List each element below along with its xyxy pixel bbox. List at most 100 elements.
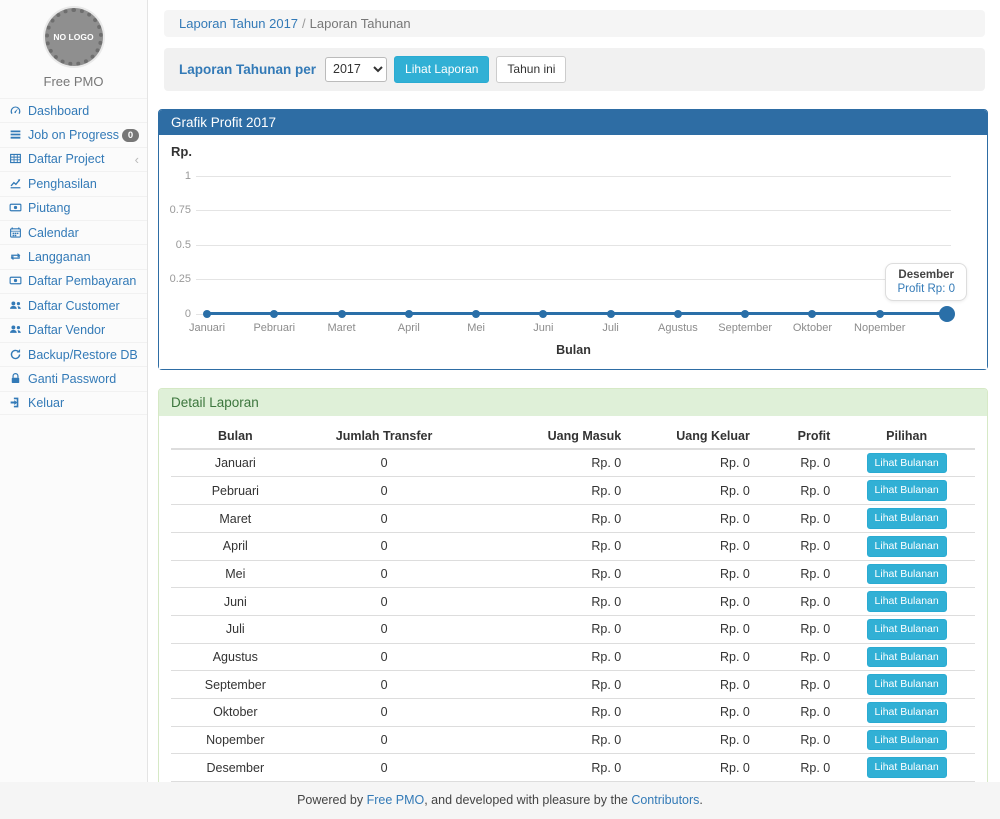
sidebar-item-label: Daftar Project: [28, 152, 135, 166]
tahun-ini-button[interactable]: Tahun ini: [496, 56, 566, 83]
column-header-jumlah-transfer: Jumlah Transfer: [300, 424, 469, 449]
lihat-bulanan-button[interactable]: Lihat Bulanan: [867, 453, 947, 474]
data-point-juni[interactable]: [539, 310, 547, 318]
lihat-bulanan-button[interactable]: Lihat Bulanan: [867, 536, 947, 557]
cell-uang-masuk: Rp. 0: [468, 726, 629, 754]
sidebar-item-label: Dashboard: [28, 104, 139, 118]
data-point-mei[interactable]: [472, 310, 480, 318]
lihat-bulanan-button[interactable]: Lihat Bulanan: [867, 508, 947, 529]
chart-panel-title: Grafik Profit 2017: [159, 110, 987, 135]
count-badge: 0: [122, 129, 139, 142]
cell-uang-keluar: Rp. 0: [629, 698, 758, 726]
cell-profit: Rp. 0: [758, 754, 838, 782]
sidebar-item-label: Keluar: [28, 396, 139, 410]
sidebar-item-daftar-pembayaran[interactable]: Daftar Pembayaran: [0, 269, 147, 293]
data-point-januari[interactable]: [203, 310, 211, 318]
lihat-bulanan-button[interactable]: Lihat Bulanan: [867, 702, 947, 723]
cell-bulan: Juli: [171, 615, 300, 643]
lock-icon: [9, 372, 23, 386]
cell-uang-masuk: Rp. 0: [468, 754, 629, 782]
cell-profit: Rp. 0: [758, 449, 838, 477]
cell-bulan: Nopember: [171, 726, 300, 754]
cell-profit: Rp. 0: [758, 726, 838, 754]
cell-uang-keluar: Rp. 0: [629, 560, 758, 588]
data-point-juli[interactable]: [607, 310, 615, 318]
filter-label: Laporan Tahunan per: [179, 62, 316, 77]
sidebar-item-daftar-customer[interactable]: Daftar Customer: [0, 293, 147, 317]
table-row: Mei0Rp. 0Rp. 0Rp. 0Lihat Bulanan: [171, 560, 975, 588]
sidebar-item-backup-restore-db[interactable]: Backup/Restore DB: [0, 342, 147, 366]
cell-bulan: Januari: [171, 449, 300, 477]
cell-profit: Rp. 0: [758, 532, 838, 560]
cell-jumlah-transfer: 0: [300, 615, 469, 643]
breadcrumb-link-laporan-tahun[interactable]: Laporan Tahun 2017: [179, 16, 298, 31]
data-point-agustus[interactable]: [674, 310, 682, 318]
data-point-maret[interactable]: [338, 310, 346, 318]
calendar-icon: [9, 226, 23, 240]
cell-profit: Rp. 0: [758, 698, 838, 726]
cell-pilihan: Lihat Bulanan: [838, 698, 975, 726]
users-icon: [9, 323, 23, 337]
data-point-desember[interactable]: [939, 306, 955, 322]
lihat-bulanan-button[interactable]: Lihat Bulanan: [867, 674, 947, 695]
sidebar-item-calendar[interactable]: Calendar: [0, 220, 147, 244]
lihat-bulanan-button[interactable]: Lihat Bulanan: [867, 647, 947, 668]
lihat-bulanan-button[interactable]: Lihat Bulanan: [867, 757, 947, 778]
lihat-bulanan-button[interactable]: Lihat Bulanan: [867, 730, 947, 751]
data-point-april[interactable]: [405, 310, 413, 318]
sidebar-item-label: Penghasilan: [28, 177, 139, 191]
cell-bulan: Desember: [171, 754, 300, 782]
cell-bulan: Oktober: [171, 698, 300, 726]
data-point-september[interactable]: [741, 310, 749, 318]
lihat-bulanan-button[interactable]: Lihat Bulanan: [867, 619, 947, 640]
table-icon: [9, 152, 23, 166]
footer-link-free-pmo[interactable]: Free PMO: [367, 793, 425, 807]
cell-pilihan: Lihat Bulanan: [838, 643, 975, 671]
footer-link-contributors[interactable]: Contributors: [631, 793, 699, 807]
cell-jumlah-transfer: 0: [300, 754, 469, 782]
cell-pilihan: Lihat Bulanan: [838, 671, 975, 699]
cell-uang-keluar: Rp. 0: [629, 615, 758, 643]
laporan-table: BulanJumlah TransferUang MasukUang Kelua…: [171, 424, 975, 782]
gridline: [196, 176, 951, 177]
sidebar: NO LOGO Free PMO DashboardJob on Progres…: [0, 0, 148, 782]
sidebar-item-langganan[interactable]: Langganan: [0, 244, 147, 268]
retweet-icon: [9, 250, 23, 264]
cell-uang-masuk: Rp. 0: [468, 505, 629, 533]
lihat-bulanan-button[interactable]: Lihat Bulanan: [867, 564, 947, 585]
cell-profit: Rp. 0: [758, 505, 838, 533]
cell-pilihan: Lihat Bulanan: [838, 726, 975, 754]
profit-line: [207, 312, 947, 315]
cell-uang-keluar: Rp. 0: [629, 477, 758, 505]
footer-text-suffix: .: [699, 793, 702, 807]
cell-pilihan: Lihat Bulanan: [838, 560, 975, 588]
tooltip-month: Desember: [897, 269, 955, 281]
cell-profit: Rp. 0: [758, 560, 838, 588]
sidebar-item-keluar[interactable]: Keluar: [0, 391, 147, 415]
sidebar-item-daftar-vendor[interactable]: Daftar Vendor: [0, 318, 147, 342]
data-point-oktober[interactable]: [808, 310, 816, 318]
data-point-nopember[interactable]: [876, 310, 884, 318]
money-icon: [9, 201, 23, 215]
table-header-row: BulanJumlah TransferUang MasukUang Kelua…: [171, 424, 975, 449]
data-point-pebruari[interactable]: [270, 310, 278, 318]
sidebar-item-penghasilan[interactable]: Penghasilan: [0, 171, 147, 195]
cell-uang-masuk: Rp. 0: [468, 532, 629, 560]
cell-uang-keluar: Rp. 0: [629, 505, 758, 533]
sidebar-item-daftar-project[interactable]: Daftar Project‹: [0, 147, 147, 171]
sidebar-item-ganti-password[interactable]: Ganti Password: [0, 366, 147, 390]
lihat-bulanan-button[interactable]: Lihat Bulanan: [867, 480, 947, 501]
report-filter-bar: Laporan Tahunan per 2017 Lihat Laporan T…: [164, 48, 985, 91]
lihat-bulanan-button[interactable]: Lihat Bulanan: [867, 591, 947, 612]
year-select[interactable]: 2017: [325, 57, 387, 82]
cell-jumlah-transfer: 0: [300, 698, 469, 726]
y-tick-label: 0.75: [161, 204, 191, 216]
no-logo-badge: NO LOGO: [45, 8, 103, 66]
app: NO LOGO Free PMO Dashboard Job on Progres…: [0, 0, 1000, 819]
sidebar-item-piutang[interactable]: Piutang: [0, 196, 147, 220]
table-row: Oktober0Rp. 0Rp. 0Rp. 0Lihat Bulanan: [171, 698, 975, 726]
sidebar-item-job-on-progress[interactable]: Job on Progress0: [0, 122, 147, 146]
lihat-laporan-button[interactable]: Lihat Laporan: [394, 56, 489, 83]
sidebar-item-dashboard[interactable]: Dashboard: [0, 98, 147, 122]
cell-pilihan: Lihat Bulanan: [838, 449, 975, 477]
